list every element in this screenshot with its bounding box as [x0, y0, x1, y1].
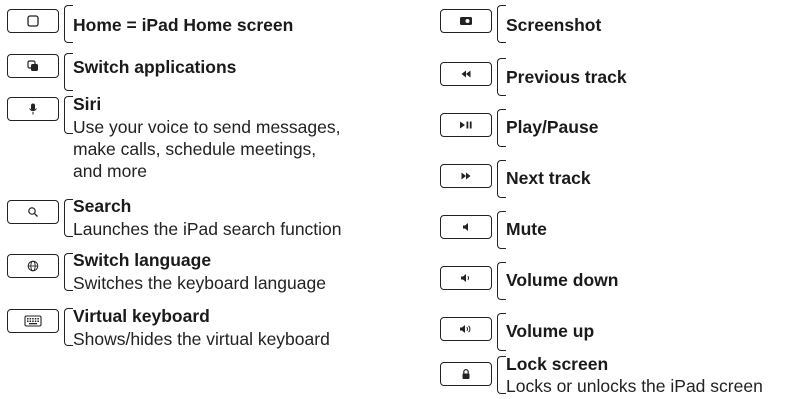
- next-track-icon: [461, 172, 471, 180]
- bracket: [497, 58, 506, 96]
- bracket: [497, 5, 506, 43]
- shortcut-title: Switch language: [73, 250, 212, 270]
- shortcut-title: Previous track: [506, 67, 627, 87]
- shortcut-title: Screenshot: [506, 15, 602, 35]
- bracket: [497, 313, 506, 351]
- lock-icon: [462, 369, 470, 379]
- bracket: [497, 160, 506, 198]
- shortcut-description: and more: [73, 161, 147, 181]
- microphone-icon: [29, 103, 37, 115]
- shortcut-title: Play/Pause: [506, 117, 599, 137]
- shortcut-title: Switch applications: [73, 57, 237, 77]
- shortcut-title: Volume up: [506, 321, 595, 341]
- search-icon: [28, 207, 38, 217]
- shortcut-description: make calls, schedule meetings,: [73, 139, 317, 159]
- play-pause-key: [440, 113, 492, 137]
- bracket: [497, 356, 506, 394]
- bracket: [497, 262, 506, 300]
- search-key: [7, 200, 59, 224]
- shortcut-title: Lock screen: [506, 354, 609, 374]
- screenshot-icon: [460, 17, 472, 25]
- bracket: [64, 308, 73, 346]
- volume-down-icon: [461, 274, 470, 282]
- previous-track-key: [440, 62, 492, 86]
- keyboard-key: [7, 309, 59, 333]
- siri-key: [7, 97, 59, 121]
- shortcut-description: Switches the keyboard language: [73, 273, 326, 293]
- switch-apps-icon: [27, 60, 38, 71]
- shortcut-description: Launches the iPad search function: [73, 219, 342, 239]
- shortcut-description: Locks or unlocks the iPad screen: [506, 376, 763, 396]
- mute-icon: [463, 223, 468, 231]
- shortcut-description: Use your voice to send messages,: [73, 117, 341, 137]
- bracket: [497, 211, 506, 249]
- bracket: [497, 109, 506, 147]
- shortcut-title: Siri: [73, 94, 102, 114]
- shortcut-title: Virtual keyboard: [73, 306, 210, 326]
- shortcut-description: Shows/hides the virtual keyboard: [73, 329, 330, 349]
- mute-key: [440, 215, 492, 239]
- switch-apps-key: [7, 54, 59, 78]
- shortcut-title: Next track: [506, 168, 591, 188]
- bracket: [64, 253, 73, 291]
- lock-key: [440, 362, 492, 386]
- volume-up-key: [440, 317, 492, 341]
- bracket: [64, 5, 73, 43]
- globe-icon: [27, 260, 39, 272]
- keyboard-icon: [24, 315, 42, 327]
- shortcut-title: Mute: [506, 219, 547, 239]
- bracket: [64, 199, 73, 237]
- home-square-icon: [27, 15, 39, 27]
- screenshot-key: [440, 9, 492, 33]
- volume-up-icon: [460, 325, 471, 333]
- bracket: [64, 53, 73, 91]
- volume-down-key: [440, 266, 492, 290]
- play-pause-icon: [460, 121, 472, 129]
- next-track-key: [440, 164, 492, 188]
- previous-track-icon: [461, 70, 471, 78]
- home-key: [7, 9, 59, 33]
- shortcut-title: Home = iPad Home screen: [73, 15, 294, 35]
- shortcut-title: Search: [73, 196, 132, 216]
- language-key: [7, 254, 59, 278]
- bracket: [64, 96, 73, 134]
- shortcut-title: Volume down: [506, 270, 619, 290]
